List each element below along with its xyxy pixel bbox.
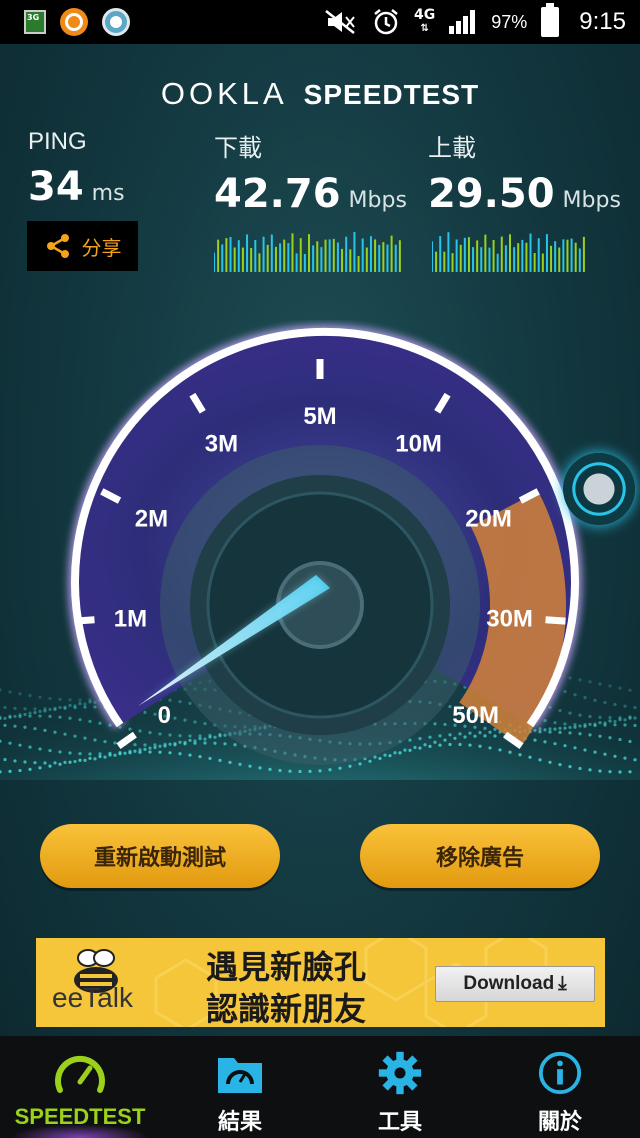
clock: 9:15 [579,8,626,35]
ping-label: PING [28,128,87,155]
ping-value: 34 ms [28,164,125,210]
nav-tools[interactable]: 工具 [320,1036,480,1138]
ad-banner[interactable]: eeTalk 遇見新臉孔 認識新朋友 Download ⤓ [36,938,605,1027]
ping-stat: PING 34 ms [28,128,125,210]
nav-about-label: 關於 [537,1109,582,1134]
nav-about[interactable]: 關於 [480,1036,640,1138]
nav-results-label: 結果 [217,1109,262,1134]
gear-icon [378,1051,422,1095]
gauge-label: 20M [465,505,512,532]
ad-download-label: Download [463,973,555,994]
brand-speedtest: SPEEDTEST [303,79,480,110]
upload-stat: 上載 29.50 Mbps [428,128,621,217]
download-unit: Mbps [348,188,407,213]
app-brand: OOKLA SPEEDTEST [0,76,640,112]
network-type: 4G ⇅ [414,7,436,34]
share-button[interactable]: 分享 [27,221,138,271]
download-value: 42.76 Mbps [214,171,407,217]
nav-speedtest[interactable]: SPEEDTEST [0,1036,160,1138]
download-icon: ⤓ [558,973,567,994]
gauge-tick [545,616,566,625]
ad-download-button[interactable]: Download ⤓ [435,966,595,1002]
bottom-nav: SPEEDTEST 結果 工具 關於 [0,1036,640,1138]
upload-label: 上載 [428,135,476,162]
gauge-label: 50M [452,702,499,729]
alarm-icon [374,9,398,35]
gauge-label: 30M [486,605,533,632]
gauge-label: 5M [303,403,336,430]
share-icon [46,234,69,258]
gauge-label: 0 [158,702,171,729]
download-stat: 下載 42.76 Mbps [214,128,407,217]
sim-3g-icon: 3G [24,10,46,34]
ad-brand: eeTalk [52,982,133,1013]
info-icon [538,1051,582,1095]
restart-test-button[interactable]: 重新啟動測試 [40,824,280,888]
nav-results[interactable]: 結果 [160,1036,320,1138]
gauge-tick [74,616,95,625]
gauge-label: 3M [205,431,238,458]
mute-icon [325,10,355,34]
nav-speedtest-label: SPEEDTEST [14,1104,146,1129]
status-bar: 3G 4G ⇅ 97% 9:15 [0,0,640,44]
upload-sparkline [432,232,585,272]
nav-tools-label: 工具 [377,1109,422,1134]
ad-line-1: 遇見新臉孔 [206,948,367,986]
side-toggle-knob[interactable] [563,453,635,525]
upload-value: 29.50 Mbps [428,171,621,217]
ping-unit: ms [91,181,125,206]
brand-ookla: OOKLA [160,76,288,111]
upload-unit: Mbps [562,188,621,213]
share-label: 分享 [81,235,122,260]
battery-icon [541,3,560,37]
gauge-label: 2M [135,505,168,532]
download-sparkline [214,232,401,272]
gauge-label: 10M [395,431,442,458]
notification-ring-icon [102,8,130,36]
beetalk-logo: eeTalk [44,948,194,1020]
gauge-label: 1M [114,605,147,632]
ad-line-2: 認識新朋友 [206,990,367,1027]
speed-gauge: 0 1M 2M 3M 5M 10M 20M 30M 50M [0,324,640,780]
signal-icon [449,10,477,34]
notification-app-icon [60,8,88,36]
remove-ads-button[interactable]: 移除廣告 [360,824,600,888]
folder-gauge-icon [218,1058,262,1093]
speedometer-icon [55,1055,105,1093]
battery-percent: 97% [491,11,528,32]
download-label: 下載 [214,135,262,162]
